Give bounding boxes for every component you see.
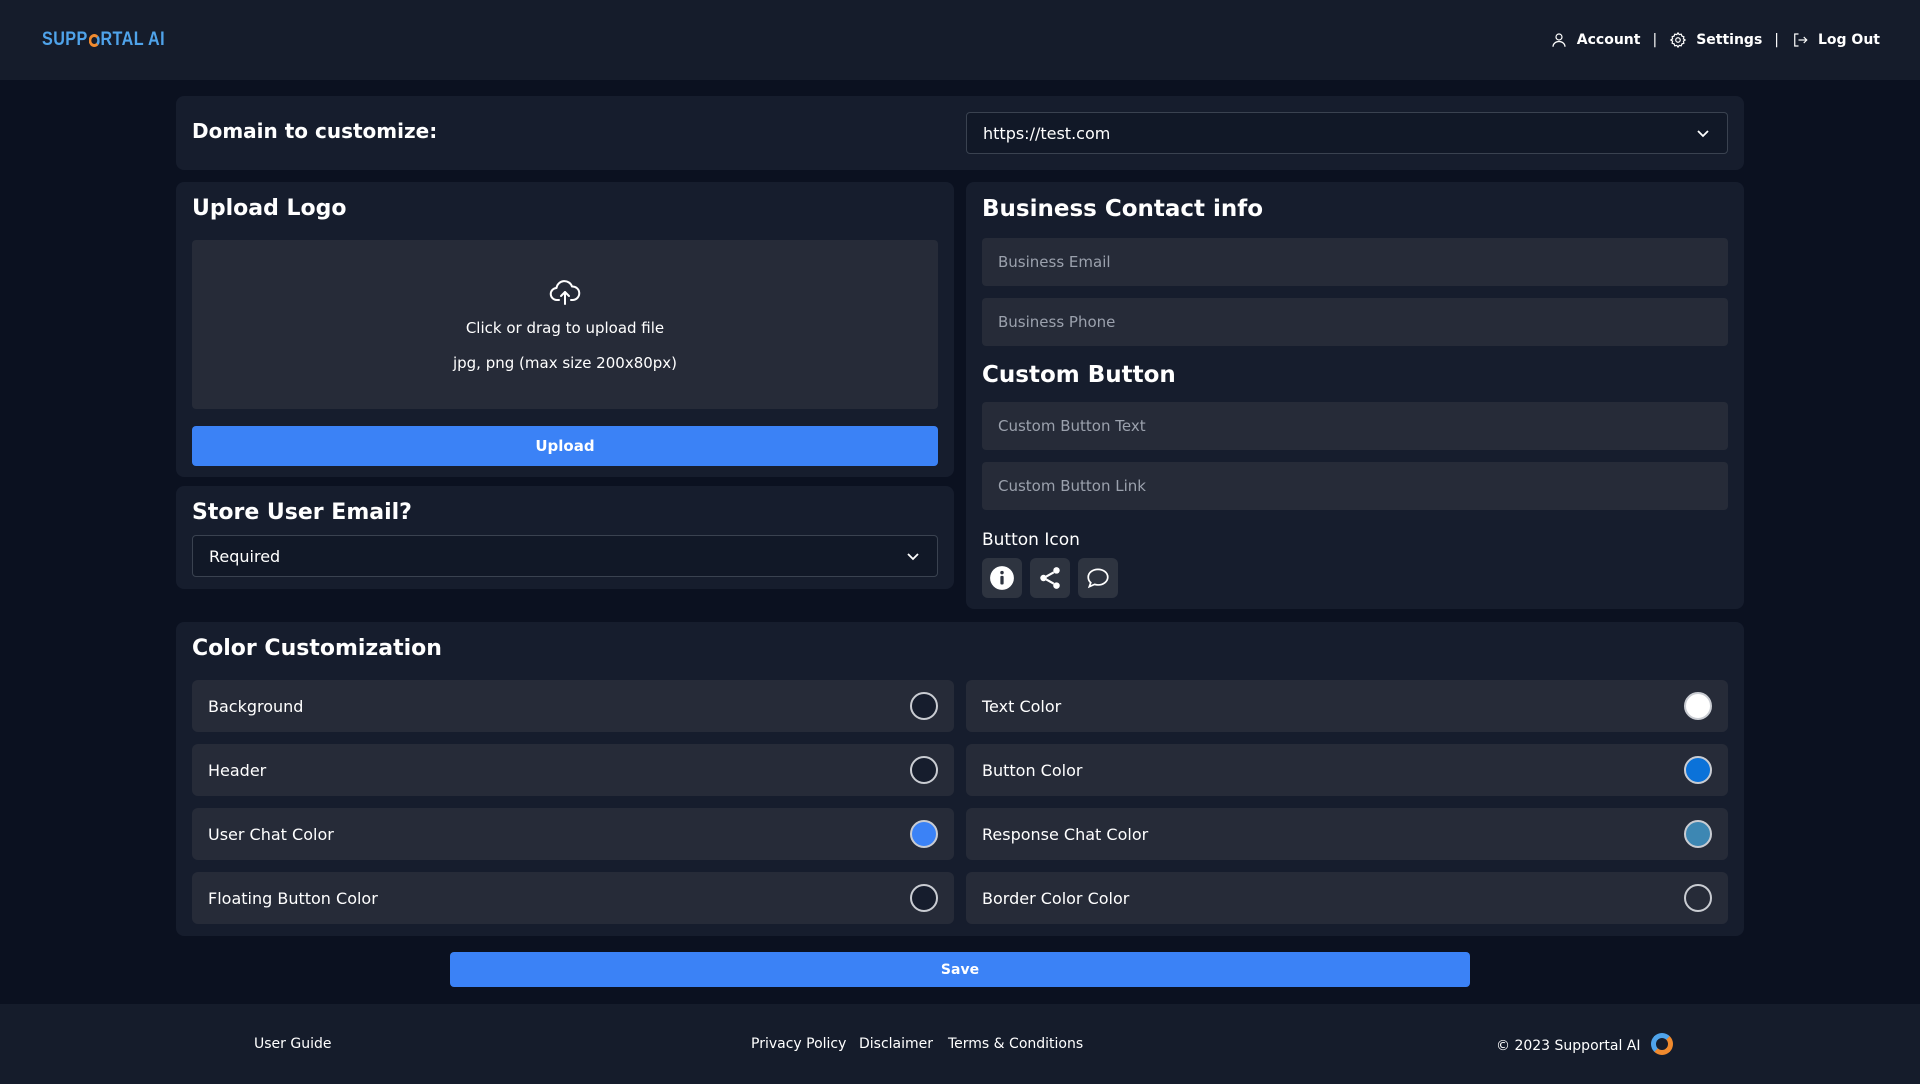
upload-button[interactable]: Upload <box>192 426 938 466</box>
footer: User Guide Privacy Policy Disclaimer Ter… <box>0 1004 1920 1084</box>
color-row-header: Header <box>192 744 954 796</box>
color-swatch[interactable] <box>1684 820 1712 848</box>
logout-icon <box>1794 33 1808 47</box>
upload-logo-title: Upload Logo <box>192 196 347 221</box>
custom-button-link-input[interactable] <box>982 462 1728 510</box>
color-label: Response Chat Color <box>982 824 1149 844</box>
custom-button-title: Custom Button <box>982 362 1176 388</box>
store-email-panel: Store User Email? Required <box>176 486 954 589</box>
user-icon <box>1552 33 1566 47</box>
color-row-text: Text Color <box>966 680 1728 732</box>
info-icon <box>990 566 1014 590</box>
nav-separator: | <box>1652 32 1658 48</box>
settings-label: Settings <box>1696 32 1763 48</box>
logout-label: Log Out <box>1818 32 1880 48</box>
footer-privacy-link[interactable]: Privacy Policy <box>751 1036 846 1052</box>
footer-disclaimer-link[interactable]: Disclaimer <box>859 1036 933 1052</box>
domain-select-value: https://test.com <box>983 123 1111 143</box>
footer-copyright: © 2023 Supportal AI <box>1496 1033 1673 1055</box>
color-swatch[interactable] <box>1684 884 1712 912</box>
color-label: Floating Button Color <box>208 888 378 908</box>
custom-button-text-input[interactable] <box>982 402 1728 450</box>
top-bar: SUPP RTAL AI Account | Settings | Log Out <box>0 0 1920 80</box>
icon-option-share[interactable] <box>1030 558 1070 598</box>
logo-ring-icon <box>88 33 100 47</box>
chevron-down-icon <box>907 553 919 561</box>
app-logo[interactable]: SUPP RTAL AI <box>42 29 165 51</box>
brand-logo-icon <box>1650 1033 1673 1055</box>
cloud-upload-icon <box>549 280 581 305</box>
upload-dropzone[interactable]: Click or drag to upload file jpg, png (m… <box>192 240 938 409</box>
share-icon <box>1040 567 1060 589</box>
color-label: Background <box>208 696 304 716</box>
color-label: Text Color <box>982 696 1062 716</box>
logo-text-end: RTAL AI <box>100 29 166 50</box>
contact-title: Business Contact info <box>982 196 1264 222</box>
color-panel: Color Customization Background Header Us… <box>176 622 1744 936</box>
color-label: Header <box>208 760 267 780</box>
domain-panel: Domain to customize: https://test.com <box>176 96 1744 170</box>
color-swatch[interactable] <box>910 820 938 848</box>
upload-logo-panel: Upload Logo Click or drag to upload file… <box>176 182 954 477</box>
account-label: Account <box>1576 32 1641 48</box>
domain-select[interactable]: https://test.com <box>966 112 1728 154</box>
color-row-user-chat: User Chat Color <box>192 808 954 860</box>
chevron-down-icon <box>1697 130 1709 138</box>
color-swatch[interactable] <box>1684 756 1712 784</box>
logout-link[interactable]: Log Out <box>1791 31 1880 49</box>
color-swatch[interactable] <box>910 692 938 720</box>
save-button[interactable]: Save <box>450 952 1470 987</box>
business-phone-input[interactable] <box>982 298 1728 346</box>
contact-panel: Business Contact info Custom Button Butt… <box>966 182 1744 609</box>
button-icon-label: Button Icon <box>982 530 1080 550</box>
footer-terms-link[interactable]: Terms & Conditions <box>948 1036 1083 1052</box>
color-swatch[interactable] <box>910 756 938 784</box>
color-title: Color Customization <box>192 636 442 661</box>
copyright-text: © 2023 Supportal AI <box>1496 1037 1641 1054</box>
store-email-title: Store User Email? <box>192 500 412 525</box>
icon-option-info[interactable] <box>982 558 1022 598</box>
icon-option-chat[interactable] <box>1078 558 1118 598</box>
domain-label: Domain to customize: <box>192 119 438 143</box>
color-row-border: Border Color Color <box>966 872 1728 924</box>
color-row-button: Button Color <box>966 744 1728 796</box>
upload-hint: jpg, png (max size 200x80px) <box>452 354 678 372</box>
upload-drop-text: Click or drag to upload file <box>465 319 665 337</box>
store-email-select-value: Required <box>209 546 281 566</box>
top-nav: Account | Settings | Log Out <box>1550 31 1880 49</box>
color-swatch[interactable] <box>910 884 938 912</box>
account-link[interactable]: Account <box>1550 31 1641 49</box>
color-label: Border Color Color <box>982 888 1130 908</box>
color-label: Button Color <box>982 760 1083 780</box>
logo-text-start: SUPP <box>42 29 88 50</box>
gear-icon <box>1670 31 1687 49</box>
color-row-response-chat: Response Chat Color <box>966 808 1728 860</box>
business-email-input[interactable] <box>982 238 1728 286</box>
store-email-select[interactable]: Required <box>192 535 938 577</box>
footer-user-guide-link[interactable]: User Guide <box>254 1036 331 1052</box>
color-swatch[interactable] <box>1684 692 1712 720</box>
color-label: User Chat Color <box>208 824 334 844</box>
color-row-floating-button: Floating Button Color <box>192 872 954 924</box>
color-row-background: Background <box>192 680 954 732</box>
nav-separator: | <box>1774 32 1779 48</box>
settings-link[interactable]: Settings <box>1669 31 1762 49</box>
chat-bubble-icon <box>1087 568 1109 589</box>
